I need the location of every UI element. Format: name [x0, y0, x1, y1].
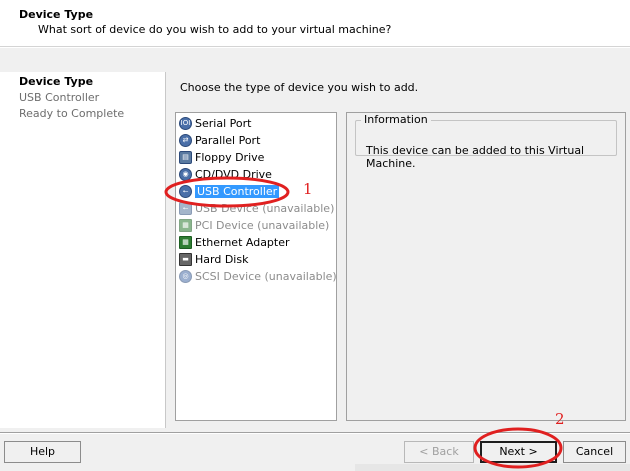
page-subtitle: What sort of device do you wish to add t… — [38, 23, 392, 36]
list-item-ethernet-adapter[interactable]: ▦ Ethernet Adapter — [179, 234, 290, 250]
wizard-steps-panel: Device Type USB Controller Ready to Comp… — [0, 72, 165, 428]
list-item-usb-device[interactable]: ⭠ USB Device (unavailable) — [179, 200, 334, 216]
list-item-label: Ethernet Adapter — [195, 235, 290, 249]
list-item-pci-device[interactable]: ▦ PCI Device (unavailable) — [179, 217, 329, 233]
information-legend: Information — [361, 113, 431, 126]
wizard-header: Device Type What sort of device do you w… — [0, 0, 630, 46]
list-item-label: Parallel Port — [195, 133, 261, 147]
list-item-label: USB Device (unavailable) — [195, 201, 335, 215]
parallel-port-icon: ⇄ — [179, 133, 192, 147]
ethernet-adapter-icon: ▦ — [179, 235, 192, 249]
header-divider-highlight — [0, 47, 630, 48]
step-device-type: Device Type — [19, 75, 94, 88]
help-button[interactable]: Help — [4, 441, 81, 463]
footer-divider-highlight — [0, 433, 630, 434]
list-item-label: CD/DVD Drive — [195, 167, 272, 181]
list-item-label: Hard Disk — [195, 252, 249, 266]
list-item-label: PCI Device (unavailable) — [195, 218, 330, 232]
cancel-button[interactable]: Cancel — [563, 441, 626, 463]
bottom-strip — [355, 464, 630, 471]
floppy-drive-icon: ▤ — [179, 150, 192, 164]
annotation-number-one: 1 — [303, 180, 313, 198]
list-item-label: Floppy Drive — [195, 150, 265, 164]
list-item-floppy-drive[interactable]: ▤ Floppy Drive — [179, 149, 264, 165]
next-button[interactable]: Next > — [480, 441, 557, 463]
information-panel: Information This device can be added to … — [346, 112, 626, 421]
list-item-label: SCSI Device (unavailable) — [195, 269, 337, 283]
back-button[interactable]: < Back — [404, 441, 474, 463]
cd-dvd-drive-icon: ◉ — [179, 167, 192, 181]
usb-controller-icon: ⭠ — [179, 184, 192, 198]
hard-disk-icon: ▬ — [179, 252, 192, 266]
device-instruction: Choose the type of device you wish to ad… — [180, 81, 419, 94]
list-item-label: USB Controller — [195, 184, 280, 198]
list-item-label: Serial Port — [195, 116, 252, 130]
device-type-list[interactable]: IOI Serial Port ⇄ Parallel Port ▤ Floppy… — [175, 112, 337, 421]
list-item-parallel-port[interactable]: ⇄ Parallel Port — [179, 132, 260, 148]
step-ready-to-complete: Ready to Complete — [19, 107, 125, 120]
page-title: Device Type — [19, 8, 94, 21]
annotation-number-two: 2 — [555, 410, 565, 428]
usb-device-icon: ⭠ — [179, 201, 192, 215]
pci-device-icon: ▦ — [179, 218, 192, 232]
serial-port-icon: IOI — [179, 116, 192, 130]
information-text: This device can be added to this Virtual… — [366, 144, 585, 170]
step-usb-controller: USB Controller — [19, 91, 100, 104]
list-item-scsi-device[interactable]: ◎ SCSI Device (unavailable) — [179, 268, 337, 284]
steps-panel-border — [165, 72, 166, 428]
list-item-usb-controller[interactable]: ⭠ USB Controller — [179, 183, 280, 199]
information-group: Information This device can be added to … — [355, 113, 617, 170]
list-item-hard-disk[interactable]: ▬ Hard Disk — [179, 251, 248, 267]
list-item-cd-dvd-drive[interactable]: ◉ CD/DVD Drive — [179, 166, 272, 182]
scsi-device-icon: ◎ — [179, 269, 192, 283]
list-item-serial-port[interactable]: IOI Serial Port — [179, 115, 251, 131]
